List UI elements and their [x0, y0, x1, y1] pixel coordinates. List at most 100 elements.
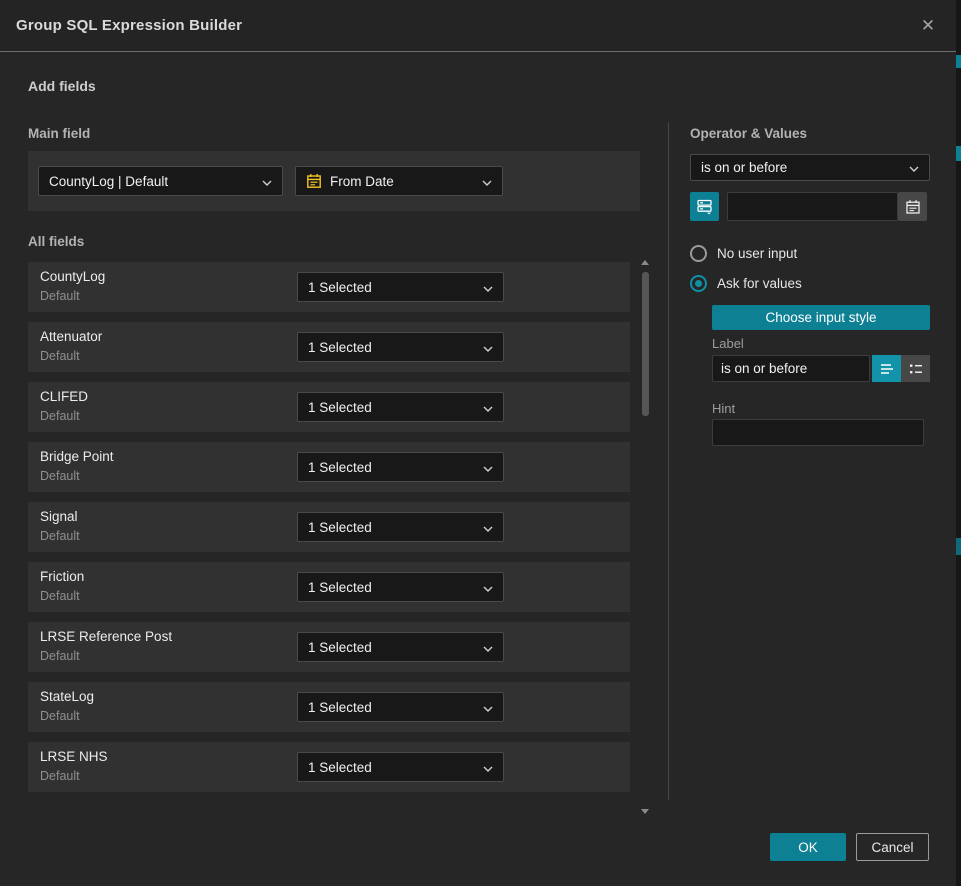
background-accent	[956, 538, 961, 555]
field-selection-value: 1 Selected	[308, 520, 483, 535]
chevron-down-icon	[483, 700, 493, 715]
scroll-up-icon[interactable]	[641, 260, 649, 265]
field-subtitle: Default	[40, 709, 80, 723]
field-row-friction: Friction Default 1 Selected	[28, 562, 630, 612]
chevron-down-icon	[483, 400, 493, 415]
field-selection-dropdown[interactable]: 1 Selected	[297, 692, 504, 722]
field-selection-dropdown[interactable]: 1 Selected	[297, 272, 504, 302]
field-row-statelog: StateLog Default 1 Selected	[28, 682, 630, 732]
chevron-down-icon	[483, 760, 493, 775]
panel-divider	[668, 122, 669, 800]
field-name: Bridge Point	[40, 449, 114, 464]
close-icon[interactable]: ✕	[916, 14, 940, 38]
main-field-value: From Date	[330, 174, 474, 189]
radio-no-user-input-label: No user input	[717, 246, 797, 261]
chevron-down-icon	[483, 340, 493, 355]
field-name: StateLog	[40, 689, 94, 704]
single-line-style-button[interactable]	[872, 355, 901, 382]
field-row-signal: Signal Default 1 Selected	[28, 502, 630, 552]
dialog-title: Group SQL Expression Builder	[16, 17, 916, 34]
field-selection-dropdown[interactable]: 1 Selected	[297, 452, 504, 482]
field-selection-value: 1 Selected	[308, 340, 483, 355]
field-selection-value: 1 Selected	[308, 460, 483, 475]
field-row-countylog: CountyLog Default 1 Selected	[28, 262, 630, 312]
operator-select[interactable]: is on or before	[690, 154, 930, 181]
field-name: Friction	[40, 569, 84, 584]
background-app-strip	[956, 0, 961, 886]
field-subtitle: Default	[40, 289, 80, 303]
field-selection-dropdown[interactable]: 1 Selected	[297, 632, 504, 662]
field-selection-value: 1 Selected	[308, 760, 483, 775]
label-input[interactable]	[712, 355, 870, 382]
field-selection-dropdown[interactable]: 1 Selected	[297, 512, 504, 542]
list-style-button[interactable]	[901, 355, 930, 382]
field-name: Attenuator	[40, 329, 102, 344]
scroll-down-icon[interactable]	[641, 809, 649, 814]
field-row-lrse-nhs: LRSE NHS Default 1 Selected	[28, 742, 630, 792]
radio-no-user-input[interactable]: No user input	[690, 245, 797, 262]
date-value-input[interactable]	[727, 192, 898, 221]
value-input-row	[690, 192, 930, 221]
chevron-down-icon	[482, 174, 492, 189]
background-accent	[956, 55, 961, 68]
field-subtitle: Default	[40, 649, 80, 663]
field-selection-value: 1 Selected	[308, 640, 483, 655]
field-subtitle: Default	[40, 529, 80, 543]
calendar-icon	[306, 173, 322, 189]
field-subtitle: Default	[40, 469, 80, 483]
radio-circle-checked[interactable]	[690, 275, 707, 292]
chevron-down-icon	[909, 160, 919, 175]
layer-source-select[interactable]: CountyLog | Default	[38, 166, 283, 196]
chevron-down-icon	[483, 580, 493, 595]
add-fields-heading: Add fields	[28, 78, 96, 94]
main-field-heading: Main field	[28, 126, 90, 141]
fields-scrollbar[interactable]	[641, 258, 650, 816]
radio-circle[interactable]	[690, 245, 707, 262]
value-source-toggle-button[interactable]	[690, 192, 719, 221]
field-name: LRSE Reference Post	[40, 629, 172, 644]
calendar-picker-button[interactable]	[898, 192, 927, 221]
operator-value: is on or before	[701, 160, 909, 175]
field-row-lrse-reference-post: LRSE Reference Post Default 1 Selected	[28, 622, 630, 672]
chevron-down-icon	[483, 280, 493, 295]
field-name: CLIFED	[40, 389, 88, 404]
dialog-header: Group SQL Expression Builder ✕	[0, 0, 956, 52]
choose-input-style-button[interactable]: Choose input style	[712, 305, 930, 330]
field-selection-dropdown[interactable]: 1 Selected	[297, 752, 504, 782]
label-caption: Label	[712, 336, 744, 351]
radio-ask-for-values-label: Ask for values	[717, 276, 802, 291]
ok-button[interactable]: OK	[770, 833, 846, 861]
cancel-button[interactable]: Cancel	[856, 833, 929, 861]
field-subtitle: Default	[40, 409, 80, 423]
field-selection-value: 1 Selected	[308, 580, 483, 595]
field-selection-value: 1 Selected	[308, 400, 483, 415]
background-accent	[956, 146, 961, 161]
field-subtitle: Default	[40, 769, 80, 783]
all-fields-heading: All fields	[28, 234, 84, 249]
all-fields-list: CountyLog Default 1 Selected Attenuator …	[28, 262, 630, 802]
field-row-bridge-point: Bridge Point Default 1 Selected	[28, 442, 630, 492]
main-field-select[interactable]: From Date	[295, 166, 503, 196]
layer-source-value: CountyLog | Default	[49, 174, 262, 189]
field-subtitle: Default	[40, 589, 80, 603]
field-selection-dropdown[interactable]: 1 Selected	[297, 392, 504, 422]
field-selection-dropdown[interactable]: 1 Selected	[297, 572, 504, 602]
chevron-down-icon	[483, 460, 493, 475]
hint-input[interactable]	[712, 419, 924, 446]
field-subtitle: Default	[40, 349, 80, 363]
field-selection-value: 1 Selected	[308, 700, 483, 715]
label-row	[712, 355, 930, 382]
radio-ask-for-values[interactable]: Ask for values	[690, 275, 802, 292]
scrollbar-thumb[interactable]	[642, 272, 649, 416]
main-field-panel: CountyLog | Default From Date	[28, 151, 640, 211]
field-name: CountyLog	[40, 269, 105, 284]
operator-values-heading: Operator & Values	[690, 126, 807, 141]
field-selection-dropdown[interactable]: 1 Selected	[297, 332, 504, 362]
chevron-down-icon	[483, 520, 493, 535]
chevron-down-icon	[483, 640, 493, 655]
field-selection-value: 1 Selected	[308, 280, 483, 295]
group-sql-expression-builder-dialog: Group SQL Expression Builder ✕ Add field…	[0, 0, 961, 886]
field-name: Signal	[40, 509, 78, 524]
chevron-down-icon	[262, 174, 272, 189]
field-name: LRSE NHS	[40, 749, 108, 764]
